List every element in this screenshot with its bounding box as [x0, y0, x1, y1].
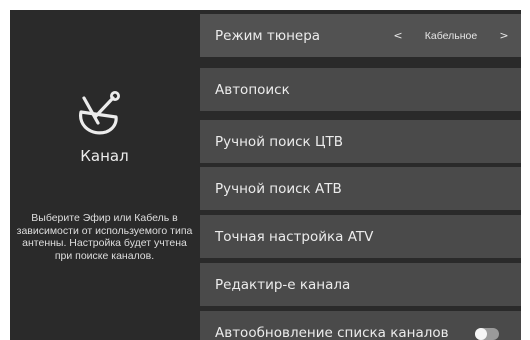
menu-item-channel-edit[interactable]: Редактир-е канала: [200, 263, 521, 306]
satellite-dish-icon: [79, 91, 121, 135]
info-panel: Канал Выберите Эфир или Кабель в зависим…: [10, 10, 199, 340]
menu-item-label: Ручной поиск ЦТВ: [215, 133, 343, 150]
chevron-right-icon[interactable]: >: [497, 29, 511, 42]
menu-item-label: Точная настройка ATV: [215, 228, 374, 245]
menu-item-label: Автообновление списка каналов: [215, 324, 449, 340]
menu-item-tuner-mode[interactable]: Режим тюнера < Кабельное >: [200, 14, 521, 57]
toggle-knob: [475, 328, 487, 340]
menu-item-auto-update-channels[interactable]: Автообновление списка каналов: [200, 311, 521, 340]
tuner-mode-selector[interactable]: < Кабельное >: [391, 14, 511, 57]
channel-menu: Режим тюнера < Кабельное > Автопоиск Руч…: [200, 10, 521, 340]
tv-settings-screen: Канал Выберите Эфир или Кабель в зависим…: [10, 10, 521, 340]
menu-item-manual-search-dtv[interactable]: Ручной поиск ЦТВ: [200, 120, 521, 163]
auto-update-toggle[interactable]: [475, 328, 499, 340]
menu-item-label: Редактир-е канала: [215, 276, 351, 293]
menu-item-label: Автопоиск: [215, 81, 290, 98]
chevron-left-icon[interactable]: <: [391, 29, 405, 42]
tuner-mode-value: Кабельное: [424, 29, 478, 42]
panel-hint-text: Выберите Эфир или Кабель в зависимости о…: [16, 212, 193, 262]
menu-item-label: Режим тюнера: [215, 27, 321, 44]
menu-item-manual-search-atv[interactable]: Ручной поиск АТВ: [200, 167, 521, 210]
menu-item-auto-search[interactable]: Автопоиск: [200, 68, 521, 111]
menu-item-label: Ручной поиск АТВ: [215, 180, 342, 197]
menu-item-fine-tune-atv[interactable]: Точная настройка ATV: [200, 215, 521, 258]
panel-title: Канал: [80, 147, 129, 165]
